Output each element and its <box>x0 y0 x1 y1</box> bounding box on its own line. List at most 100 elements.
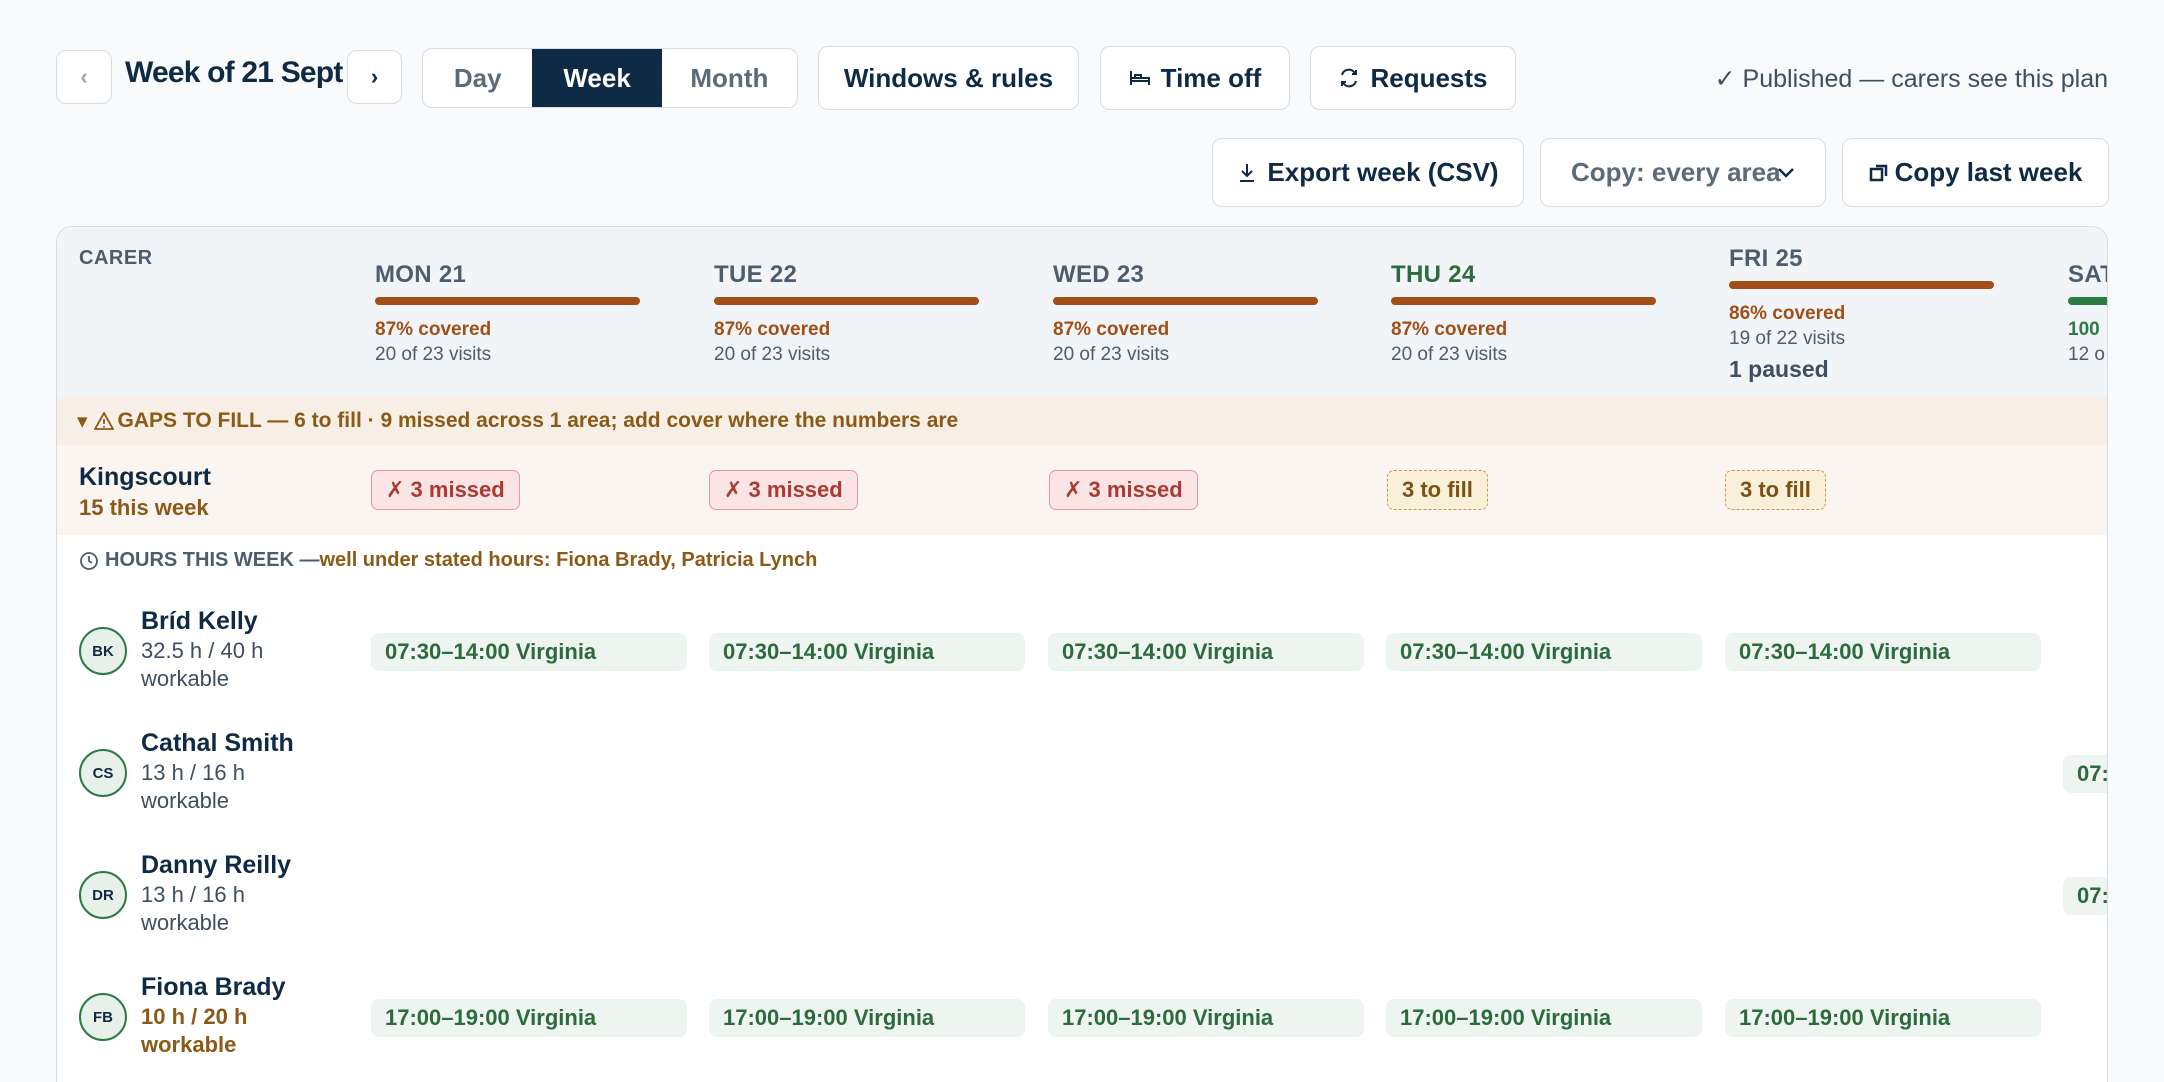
gaps-to-fill-toggle[interactable]: ▾ GAPS TO FILL — 6 to fill · 9 missed ac… <box>57 397 2107 445</box>
carer-hours: 10 h / 20 h workable <box>141 1004 248 1057</box>
view-switcher: Day Week Month <box>422 48 798 108</box>
to-fill-chip-fri[interactable]: 3 to fill <box>1725 470 1826 510</box>
day-header-mon[interactable]: MON 21 87% covered 20 of 23 visits <box>375 261 675 366</box>
day-header-thu[interactable]: THU 24 87% covered 20 of 23 visits <box>1391 261 1691 366</box>
grid-header: CARER MON 21 87% covered 20 of 23 visits… <box>57 227 2107 397</box>
shift-block[interactable]: 07:30–14:00 Virginia <box>709 633 1025 671</box>
coverage-percent: 87% covered <box>714 319 831 340</box>
published-status: ✓ Published — carers see this plan <box>1714 65 2108 93</box>
coverage-bar <box>2068 297 2107 305</box>
export-week-label: Export week (CSV) <box>1267 157 1499 187</box>
coverage-percent: 87% covered <box>375 319 492 340</box>
coverage-bar <box>1391 297 1656 305</box>
day-header-tue[interactable]: TUE 22 87% covered 20 of 23 visits <box>714 261 1014 366</box>
prev-week-button[interactable]: ‹ <box>56 50 112 104</box>
paused-count: 1 paused <box>1729 356 1829 382</box>
day-label: FRI 25 <box>1729 245 1803 272</box>
visit-count: 19 of 22 visits <box>1729 328 1846 349</box>
requests-button[interactable]: Requests <box>1310 46 1516 110</box>
shift-block[interactable]: 07:30–14:00 Virginia <box>371 633 687 671</box>
copy-last-week-button[interactable]: Copy last week <box>1842 138 2109 207</box>
export-week-button[interactable]: Export week (CSV) <box>1212 138 1524 207</box>
hours-label: HOURS THIS WEEK — <box>105 549 320 571</box>
carer-name[interactable]: Cathal Smith <box>141 729 294 758</box>
day-label: SAT <box>2068 261 2107 288</box>
caret-down-icon: ▾ <box>77 409 88 433</box>
coverage-bar <box>375 297 640 305</box>
bed-icon <box>1129 71 1150 85</box>
hours-warning: well under stated hours: Fiona Brady, Pa… <box>319 549 818 571</box>
visit-count: 20 of 23 visits <box>1053 344 1170 365</box>
shift-block[interactable]: 17:00–19:00 Virginia <box>709 999 1025 1037</box>
carer-row-cathal-smith: CS Cathal Smith 13 h / 16 h workable 07: <box>57 719 2107 839</box>
carer-name[interactable]: Fiona Brady <box>141 973 285 1002</box>
day-label: THU 24 <box>1391 261 1476 288</box>
visit-count: 12 o <box>2068 344 2105 365</box>
carer-hours: 32.5 h / 40 h workable <box>141 638 264 691</box>
time-off-label: Time off <box>1160 62 1262 93</box>
page-title: Week of 21 Sept <box>125 56 343 89</box>
coverage-bar <box>1729 281 1994 289</box>
swap-arrows-icon <box>1341 68 1358 88</box>
time-off-button[interactable]: Time off <box>1100 46 1290 110</box>
shift-block[interactable]: 07: <box>2063 755 2107 793</box>
visit-count: 20 of 23 visits <box>1391 344 1508 365</box>
to-fill-chip-thu[interactable]: 3 to fill <box>1387 470 1488 510</box>
avatar: FB <box>79 993 127 1041</box>
clock-icon <box>80 551 98 570</box>
day-label: WED 23 <box>1053 261 1145 288</box>
view-month-tab[interactable]: Month <box>662 49 797 107</box>
shift-block[interactable]: 17:00–19:00 Virginia <box>371 999 687 1037</box>
carer-row-danny-reilly: DR Danny Reilly 13 h / 16 h workable 07: <box>57 841 2107 961</box>
copy-area-value: Copy: every area <box>1571 157 1781 187</box>
shift-block[interactable]: 07:30–14:00 Virginia <box>1725 633 2041 671</box>
missed-chip-wed[interactable]: ✗ 3 missed <box>1049 470 1198 510</box>
shift-block[interactable]: 17:00–19:00 Virginia <box>1048 999 1364 1037</box>
gap-area-row: Kingscourt 15 this week ✗ 3 missed ✗ 3 m… <box>57 445 2107 535</box>
hours-this-week-banner: HOURS THIS WEEK — well under stated hour… <box>79 549 817 572</box>
missed-chip-tue[interactable]: ✗ 3 missed <box>709 470 858 510</box>
coverage-bar <box>1053 297 1318 305</box>
download-icon <box>1240 163 1255 182</box>
copy-area-select[interactable]: Copy: every area <box>1540 138 1826 207</box>
coverage-percent: 87% covered <box>1053 319 1170 340</box>
copy-last-week-label: Copy last week <box>1894 157 2083 187</box>
day-header-sat[interactable]: SAT 100 12 o <box>2068 261 2107 366</box>
shift-block[interactable]: 17:00–19:00 Virginia <box>1725 999 2041 1037</box>
carer-name[interactable]: Danny Reilly <box>141 851 291 880</box>
schedule-grid: CARER MON 21 87% covered 20 of 23 visits… <box>56 226 2108 1082</box>
carer-name[interactable]: Bríd Kelly <box>141 607 258 636</box>
visit-count: 20 of 23 visits <box>714 344 831 365</box>
area-gap-count: 15 this week <box>79 495 209 520</box>
carer-column-header: CARER <box>79 247 153 269</box>
day-label: MON 21 <box>375 261 467 288</box>
missed-chip-mon[interactable]: ✗ 3 missed <box>371 470 520 510</box>
carer-hours: 13 h / 16 h workable <box>141 882 245 935</box>
warning-icon <box>93 412 114 430</box>
avatar: DR <box>79 871 127 919</box>
coverage-percent: 100 <box>2068 319 2100 340</box>
day-header-wed[interactable]: WED 23 87% covered 20 of 23 visits <box>1053 261 1353 366</box>
shift-block[interactable]: 07: <box>2063 877 2107 915</box>
shift-block[interactable]: 07:30–14:00 Virginia <box>1386 633 1702 671</box>
carer-hours: 13 h / 16 h workable <box>141 760 245 813</box>
windows-rules-button[interactable]: Windows & rules <box>818 46 1079 110</box>
view-week-tab[interactable]: Week <box>532 49 662 107</box>
copy-icon <box>1869 164 1887 181</box>
day-label: TUE 22 <box>714 261 798 288</box>
requests-label: Requests <box>1370 62 1488 93</box>
view-day-tab[interactable]: Day <box>423 49 532 107</box>
coverage-bar <box>714 297 979 305</box>
coverage-percent: 87% covered <box>1391 319 1508 340</box>
shift-block[interactable]: 07:30–14:00 Virginia <box>1048 633 1364 671</box>
carer-row-brid-kelly: BK Bríd Kelly 32.5 h / 40 h workable 07:… <box>57 597 2107 717</box>
next-week-button[interactable]: › <box>347 50 402 104</box>
coverage-percent: 86% covered <box>1729 303 1846 324</box>
day-header-fri[interactable]: FRI 25 86% covered 19 of 22 visits 1 pau… <box>1729 245 2029 383</box>
chevron-down-icon <box>1778 168 1794 178</box>
visit-count: 20 of 23 visits <box>375 344 492 365</box>
shift-block[interactable]: 17:00–19:00 Virginia <box>1386 999 1702 1037</box>
avatar: CS <box>79 749 127 797</box>
area-name: Kingscourt <box>79 463 211 491</box>
carer-row-fiona-brady: FB Fiona Brady 10 h / 20 h workable 17:0… <box>57 963 2107 1082</box>
